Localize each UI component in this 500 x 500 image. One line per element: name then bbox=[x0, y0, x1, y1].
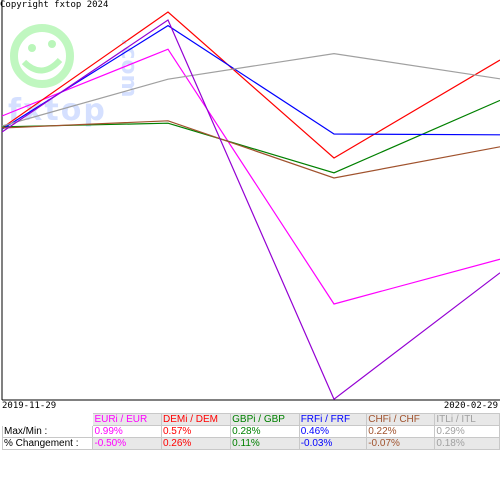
series-layer bbox=[1, 11, 500, 401]
change-frf: -0.03% bbox=[298, 437, 368, 450]
x-tick-start-date: 2019-11-29 bbox=[2, 401, 57, 411]
maxmin-row: Max/Min : 0.99% 0.57% 0.28% 0.46% 0.22% … bbox=[1, 425, 500, 438]
change-label: % Changement : bbox=[1, 437, 94, 450]
change-chf: -0.07% bbox=[366, 437, 436, 450]
change-itl: 0.18% bbox=[434, 437, 500, 450]
x-tick-end-date: 2020-02-29 bbox=[443, 401, 498, 411]
maxmin-label: Max/Min : bbox=[1, 425, 94, 438]
change-dem: 0.26% bbox=[160, 437, 232, 450]
line-chart: fxtop .com bbox=[1, 0, 500, 401]
legend-header-gbp: GBPi / GBP bbox=[230, 413, 300, 426]
legend-header-row: EURi / EUR DEMi / DEM GBPi / GBP FRFi / … bbox=[1, 413, 500, 426]
legend-header-chf: CHFi / CHF bbox=[366, 413, 436, 426]
maxmin-eur: 0.99% bbox=[92, 425, 162, 438]
maxmin-frf: 0.46% bbox=[298, 425, 368, 438]
copyright-text: Copyright fxtop 2024 bbox=[0, 0, 109, 10]
change-eur: -0.50% bbox=[92, 437, 162, 450]
legend-header-dem: DEMi / DEM bbox=[160, 413, 232, 426]
series-line-unlabeled-6 bbox=[1, 19, 500, 401]
maxmin-itl: 0.29% bbox=[434, 425, 500, 438]
legend-header-eur: EURi / EUR bbox=[92, 413, 162, 426]
series-line-chfi bbox=[1, 120, 500, 179]
header-spacer bbox=[1, 413, 94, 426]
maxmin-dem: 0.57% bbox=[160, 425, 232, 438]
maxmin-gbp: 0.28% bbox=[230, 425, 300, 438]
series-line-demi bbox=[1, 11, 500, 159]
maxmin-chf: 0.22% bbox=[366, 425, 436, 438]
legend-table: EURi / EUR DEMi / DEM GBPi / GBP FRFi / … bbox=[1, 413, 500, 450]
series-line-euri bbox=[1, 48, 500, 305]
legend-header-itl: ITLi / ITL bbox=[434, 413, 500, 426]
change-row: % Changement : -0.50% 0.26% 0.11% -0.03%… bbox=[1, 437, 500, 450]
legend-header-frf: FRFi / FRF bbox=[298, 413, 368, 426]
change-gbp: 0.11% bbox=[230, 437, 300, 450]
